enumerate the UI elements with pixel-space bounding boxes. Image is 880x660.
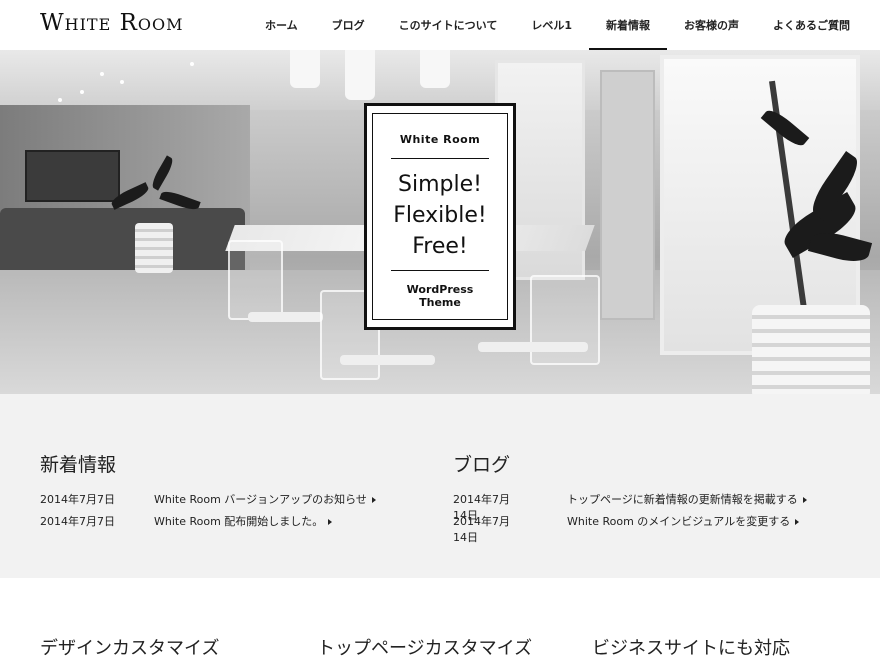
plant-pot (752, 305, 870, 394)
hero-badge-title: White Room (399, 133, 481, 146)
site-header: White Room ホーム ブログ このサイトについて レベル1 新着情報 お… (0, 0, 880, 50)
blog-column: ブログ 2014年7月14日 トップページに新着情報の更新情報を掲載する 201… (453, 450, 807, 544)
arrow-right-icon (795, 519, 800, 525)
features-section: デザインカスタマイズ トップページカスタマイズ ビジネスサイトにも対応 (0, 578, 880, 660)
hero-badge-line: Free! (412, 234, 468, 259)
list-item: 2014年7月14日 White Room のメインビジュアルを変更する (453, 513, 800, 544)
nav-item-news[interactable]: 新着情報 (589, 0, 667, 50)
nav-item-level1[interactable]: レベル1 (514, 0, 589, 50)
arrow-right-icon (371, 497, 376, 503)
hero-badge-foot: Theme (419, 296, 461, 309)
post-link[interactable]: White Room バージョンアップのお知らせ (154, 491, 376, 507)
post-date: 2014年7月7日 (40, 515, 115, 528)
hero-sofa (0, 208, 245, 278)
site-logo[interactable]: White Room (40, 10, 184, 36)
feature-heading-toppage: トップページカスタマイズ (317, 638, 533, 659)
post-link[interactable]: White Room のメインビジュアルを変更する (567, 513, 800, 529)
ceiling-light (100, 72, 104, 76)
list-item: 2014年7月7日 White Room 配布開始しました。 (40, 513, 333, 535)
main-nav: ホーム ブログ このサイトについて レベル1 新着情報 お客様の声 よくあるご質… (248, 0, 867, 50)
hero-badge-line: Flexible! (393, 203, 487, 228)
hero-chair-seat (340, 355, 435, 365)
feature-heading-business: ビジネスサイトにも対応 (592, 638, 790, 659)
news-column: 新着情報 2014年7月7日 White Room バージョンアップのお知らせ … (40, 450, 376, 535)
hero-door (600, 70, 655, 320)
news-heading: 新着情報 (40, 454, 117, 476)
pendant-lamp (420, 50, 450, 88)
post-link[interactable]: White Room 配布開始しました。 (154, 513, 333, 529)
hero-chair-seat (248, 312, 323, 322)
post-title[interactable]: White Room 配布開始しました。 (154, 515, 323, 528)
nav-item-blog[interactable]: ブログ (315, 0, 382, 50)
hero-badge-foot: WordPress (406, 283, 474, 296)
news-section: 新着情報 2014年7月7日 White Room バージョンアップのお知らせ … (0, 394, 880, 578)
blog-heading: ブログ (453, 454, 511, 476)
hero-tv (25, 150, 120, 202)
plant-pot (135, 223, 173, 273)
list-item: 2014年7月14日 トップページに新着情報の更新情報を掲載する (453, 491, 807, 522)
feature-heading-design: デザインカスタマイズ (40, 638, 220, 659)
list-item: 2014年7月7日 White Room バージョンアップのお知らせ (40, 491, 376, 513)
post-title[interactable]: White Room バージョンアップのお知らせ (154, 493, 367, 506)
ceiling-light (120, 80, 124, 84)
ceiling-light (58, 98, 62, 102)
post-title[interactable]: White Room のメインビジュアルを変更する (567, 515, 790, 528)
ceiling-light (80, 90, 84, 94)
post-date: 2014年7月7日 (40, 493, 115, 506)
hero-image: White Room Simple! Flexible! Free! WordP… (0, 50, 880, 394)
hero-chair (228, 240, 283, 320)
nav-item-faq[interactable]: よくあるご質問 (756, 0, 867, 50)
arrow-right-icon (802, 497, 807, 503)
nav-item-voice[interactable]: お客様の声 (667, 0, 756, 50)
hero-badge-rule (391, 158, 489, 159)
post-link[interactable]: トップページに新着情報の更新情報を掲載する (567, 491, 807, 507)
post-date: 2014年7月14日 (453, 515, 510, 544)
pendant-lamp (290, 50, 320, 88)
pendant-lamp (345, 50, 375, 100)
ceiling-light (190, 62, 194, 66)
hero-badge-line: Simple! (398, 172, 482, 197)
nav-item-about[interactable]: このサイトについて (382, 0, 515, 50)
hero-badge-rule (391, 270, 489, 271)
hero-chair-seat (478, 342, 588, 352)
hero-badge: White Room Simple! Flexible! Free! WordP… (364, 103, 516, 330)
nav-item-home[interactable]: ホーム (248, 0, 315, 50)
arrow-right-icon (328, 519, 333, 525)
post-title[interactable]: トップページに新着情報の更新情報を掲載する (567, 493, 798, 506)
